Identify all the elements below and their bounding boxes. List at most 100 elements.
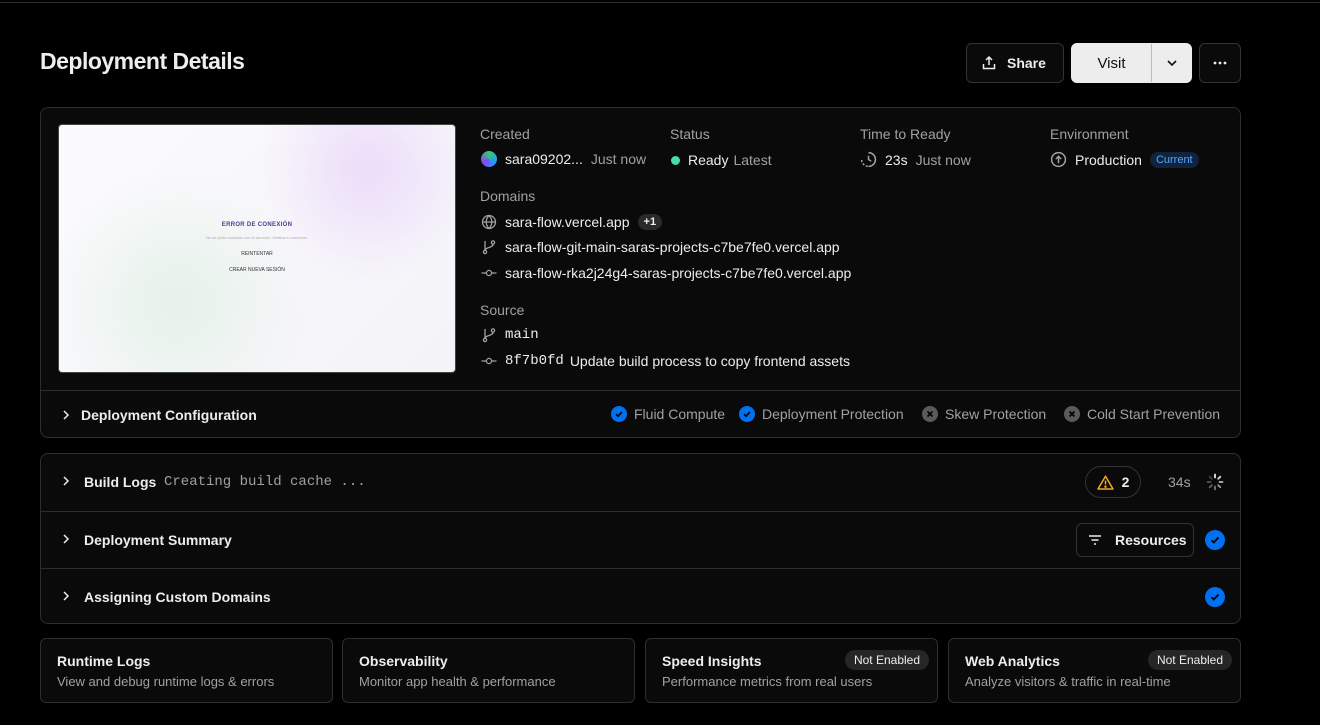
git-commit-icon xyxy=(481,269,497,277)
web-analytics-card[interactable]: Web Analytics Analyze visitors & traffic… xyxy=(948,638,1241,703)
ellipsis-icon xyxy=(1213,61,1227,65)
speed-insights-card[interactable]: Speed Insights Performance metrics from … xyxy=(645,638,938,703)
check-circle-icon xyxy=(739,406,755,422)
card-description: Analyze visitors & traffic in real-time xyxy=(965,674,1171,689)
domain-row: sara-flow-git-main-saras-projects-c7be7f… xyxy=(481,239,840,255)
branch-name[interactable]: main xyxy=(505,327,539,343)
card-description: Performance metrics from real users xyxy=(662,674,873,689)
created-value: sara09202... Just now xyxy=(481,151,646,167)
preview-retry-button: REINTENTAR xyxy=(241,251,273,257)
preview-error-message: No se pudo conectar con el servidor. Ver… xyxy=(206,235,308,240)
top-border xyxy=(0,0,1320,3)
deployment-steps: Build Logs Creating build cache ... 2 34… xyxy=(40,453,1241,624)
deployment-preview[interactable]: ERROR DE CONEXIÓN No se pudo conectar co… xyxy=(58,124,456,373)
share-label: Share xyxy=(1007,55,1046,71)
feature-cold-start-prevention: Cold Start Prevention xyxy=(1064,406,1220,422)
domain-link[interactable]: sara-flow.vercel.app xyxy=(505,214,630,230)
deployment-summary-row[interactable]: Deployment Summary Resources xyxy=(41,511,1240,568)
avatar xyxy=(481,151,497,167)
domain-link[interactable]: sara-flow-git-main-saras-projects-c7be7f… xyxy=(505,239,840,255)
deployment-configuration-title: Deployment Configuration xyxy=(81,407,257,423)
build-logs-row[interactable]: Build Logs Creating build cache ... 2 34… xyxy=(41,454,1240,511)
current-badge: Current xyxy=(1149,151,1199,168)
domain-row: sara-flow.vercel.app +1 xyxy=(481,214,663,230)
clock-icon xyxy=(860,151,877,168)
time-to-ready-label: Time to Ready xyxy=(860,126,951,142)
status-label: Status xyxy=(670,126,710,142)
status-dot xyxy=(671,155,680,165)
build-logs-status: Creating build cache ... xyxy=(164,474,366,490)
deployment-card: ERROR DE CONEXIÓN No se pudo conectar co… xyxy=(40,107,1241,438)
check-circle-icon xyxy=(611,406,627,422)
feature-skew-protection: Skew Protection xyxy=(922,406,1046,422)
domains-label: Domains xyxy=(480,188,536,204)
card-title: Observability xyxy=(359,653,448,669)
preview-error-title: ERROR DE CONEXIÓN xyxy=(221,222,293,228)
source-branch: main xyxy=(481,327,539,343)
chevron-right-icon xyxy=(63,534,70,544)
feature-deployment-protection: Deployment Protection xyxy=(739,406,904,422)
time-to-ready-duration: 23s xyxy=(885,151,908,168)
status-value: Ready Latest xyxy=(671,152,772,168)
chevron-right-icon xyxy=(63,591,70,601)
build-duration: 34s xyxy=(1168,474,1191,490)
x-circle-icon xyxy=(922,406,938,422)
feature-label: Fluid Compute xyxy=(634,406,726,422)
preview-new-session-button: CREAR NUEVA SESIÓN xyxy=(229,267,285,273)
x-circle-icon xyxy=(1064,406,1080,422)
visit-button[interactable]: Visit xyxy=(1072,55,1151,72)
time-to-ready-time: Just now xyxy=(915,151,971,168)
warnings-count: 2 xyxy=(1121,474,1130,490)
feature-fluid-compute: Fluid Compute xyxy=(611,406,725,422)
feature-label: Cold Start Prevention xyxy=(1087,406,1221,422)
deployment-configuration-row[interactable]: Deployment Configuration Fluid Compute D… xyxy=(41,390,1240,437)
more-options-button[interactable] xyxy=(1199,43,1241,83)
globe-icon xyxy=(481,214,497,230)
card-description: View and debug runtime logs & errors xyxy=(57,674,275,689)
assigning-domains-title: Assigning Custom Domains xyxy=(84,589,271,605)
deployment-summary-title: Deployment Summary xyxy=(84,532,232,548)
source-commit: 8f7b0fd Update build process to copy fro… xyxy=(481,353,850,369)
check-circle-icon xyxy=(1205,530,1225,550)
share-button[interactable]: Share xyxy=(966,43,1064,83)
git-branch-icon xyxy=(482,328,496,343)
status-text: Ready xyxy=(688,152,729,168)
created-time: Just now xyxy=(590,151,647,167)
more-domains-badge[interactable]: +1 xyxy=(637,214,663,230)
card-description: Monitor app health & performance xyxy=(359,674,556,689)
warnings-badge[interactable]: 2 xyxy=(1085,466,1141,498)
environment-label: Environment xyxy=(1050,126,1129,142)
feature-label: Skew Protection xyxy=(945,406,1047,422)
not-enabled-badge: Not Enabled xyxy=(844,650,929,670)
runtime-logs-card[interactable]: Runtime Logs View and debug runtime logs… xyxy=(40,638,333,703)
resources-label: Resources xyxy=(1115,532,1187,548)
domain-row: sara-flow-rka2j24g4-saras-projects-c7be7… xyxy=(481,265,851,281)
chevron-down-icon xyxy=(1166,60,1177,67)
not-enabled-badge: Not Enabled xyxy=(1147,650,1232,670)
visit-button-group: Visit xyxy=(1071,43,1192,83)
spinner-icon xyxy=(1206,473,1224,491)
created-label: Created xyxy=(480,126,530,142)
created-user[interactable]: sara09202... xyxy=(505,151,583,167)
commit-message[interactable]: Update build process to copy frontend as… xyxy=(570,353,850,369)
domain-link[interactable]: sara-flow-rka2j24g4-saras-projects-c7be7… xyxy=(505,265,851,281)
git-commit-icon xyxy=(481,357,497,365)
environment-name[interactable]: Production xyxy=(1075,152,1142,168)
chevron-right-icon xyxy=(63,476,70,486)
resources-button[interactable]: Resources xyxy=(1076,523,1194,557)
assigning-domains-row[interactable]: Assigning Custom Domains xyxy=(41,568,1240,623)
share-icon xyxy=(981,55,997,71)
git-branch-icon xyxy=(482,240,496,255)
feature-label: Deployment Protection xyxy=(762,406,904,422)
check-circle-icon xyxy=(1205,587,1225,607)
card-title: Runtime Logs xyxy=(57,653,151,669)
status-tag: Latest xyxy=(733,152,772,168)
warning-icon xyxy=(1096,474,1114,490)
commit-hash[interactable]: 8f7b0fd xyxy=(505,353,564,369)
page-title: Deployment Details xyxy=(40,48,245,74)
visit-dropdown-button[interactable] xyxy=(1152,56,1191,70)
source-label: Source xyxy=(480,302,525,318)
observability-card[interactable]: Observability Monitor app health & perfo… xyxy=(342,638,635,703)
arrow-up-circle-icon xyxy=(1050,151,1067,168)
chevron-right-icon xyxy=(63,410,70,420)
